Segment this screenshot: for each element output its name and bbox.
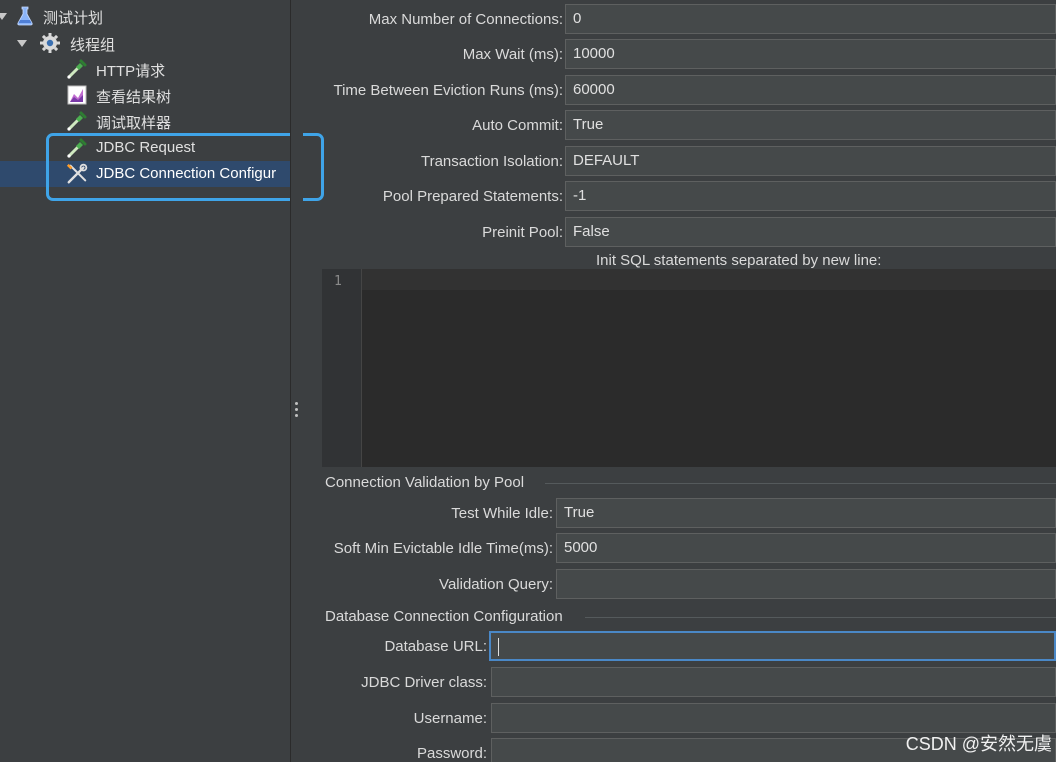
password-label: Password: [416,745,487,762]
database-url-field[interactable] [489,631,1056,661]
soft-min-row: Soft Min Evictable Idle Time(ms): 5000 [303,533,1056,565]
tree-item-debug-sampler[interactable]: 调试取样器 [0,108,290,134]
tree-item-label: 测试计划 [43,10,104,27]
max-wait-label: Max Wait (ms): [462,46,563,63]
database-section-title: Database Connection Configuration [325,608,563,625]
section-divider [585,617,1056,618]
eviction-field[interactable]: 60000 [565,75,1056,105]
max-connections-label: Max Number of Connections: [368,11,563,28]
driver-class-field[interactable] [491,667,1056,697]
soft-min-field[interactable]: 5000 [556,533,1056,563]
test-plan-tree[interactable]: 测试计划 线程组 HTTP请求 查看结果树 调试取样器 JDBC Request [0,0,324,762]
init-sql-editor[interactable]: 1 [322,269,1056,467]
watermark: CSDN @安然无虞 [905,734,1052,754]
validation-query-label: Validation Query: [439,576,553,593]
database-url-row: Database URL: [303,631,1056,663]
pipette-icon [66,58,88,80]
text-caret [498,638,499,657]
isolation-select[interactable]: DEFAULT [565,146,1056,176]
tree-item-label: 线程组 [70,37,116,54]
pipette-icon [66,110,88,132]
validation-query-row: Validation Query: [303,569,1056,601]
test-idle-label: Test While Idle: [451,505,553,522]
auto-commit-select[interactable]: True [565,110,1056,140]
panel-splitter[interactable] [290,0,303,762]
isolation-label: Transaction Isolation: [420,153,563,170]
prepared-statements-field[interactable]: -1 [565,181,1056,211]
soft-min-label: Soft Min Evictable Idle Time(ms): [333,540,553,557]
tree-item-results-tree[interactable]: 查看结果树 [0,82,290,108]
preinit-pool-label: Preinit Pool: [482,224,563,241]
prepared-statements-row: Pool Prepared Statements: -1 [303,181,1056,213]
isolation-row: Transaction Isolation: DEFAULT [303,146,1056,178]
max-wait-field[interactable]: 10000 [565,39,1056,69]
tree-item-label: 调试取样器 [96,115,172,132]
prepared-statements-label: Pool Prepared Statements: [382,188,563,205]
expand-arrow-icon[interactable] [0,13,7,20]
validation-section-title: Connection Validation by Pool [325,474,525,491]
expand-arrow-icon[interactable] [17,40,27,47]
chart-icon [66,84,88,106]
validation-query-field[interactable] [556,569,1056,599]
driver-class-label: JDBC Driver class: [361,674,487,691]
test-idle-select[interactable]: True [556,498,1056,528]
flask-icon [14,5,36,27]
preinit-pool-select[interactable]: False [565,217,1056,247]
tree-item-test-plan[interactable]: 测试计划 [0,3,290,29]
username-label: Username: [413,710,487,727]
username-field[interactable] [491,703,1056,733]
eviction-label: Time Between Eviction Runs (ms): [333,82,563,99]
max-wait-row: Max Wait (ms): 10000 [303,39,1056,71]
auto-commit-row: Auto Commit: True [303,110,1056,142]
max-connections-row: Max Number of Connections: 0 [303,4,1056,36]
max-connections-field[interactable]: 0 [565,4,1056,34]
database-url-label: Database URL: [384,638,487,655]
init-sql-caption: Init SQL statements separated by new lin… [596,252,882,269]
highlight-box [46,133,324,201]
section-divider [545,483,1056,484]
tree-item-label: 查看结果树 [96,89,172,106]
test-idle-row: Test While Idle: True [303,498,1056,530]
gear-icon [39,32,61,54]
eviction-row: Time Between Eviction Runs (ms): 60000 [303,75,1056,107]
driver-class-row: JDBC Driver class: [303,667,1056,699]
line-number: 1 [334,274,342,289]
current-line-highlight [362,269,1056,290]
tree-item-thread-group[interactable]: 线程组 [0,30,290,56]
drag-handle-icon[interactable] [295,402,298,417]
preinit-pool-row: Preinit Pool: False [303,217,1056,249]
auto-commit-label: Auto Commit: [472,117,563,134]
line-number-gutter: 1 [322,269,362,467]
tree-item-label: HTTP请求 [96,63,166,80]
tree-item-http-request[interactable]: HTTP请求 [0,56,290,82]
